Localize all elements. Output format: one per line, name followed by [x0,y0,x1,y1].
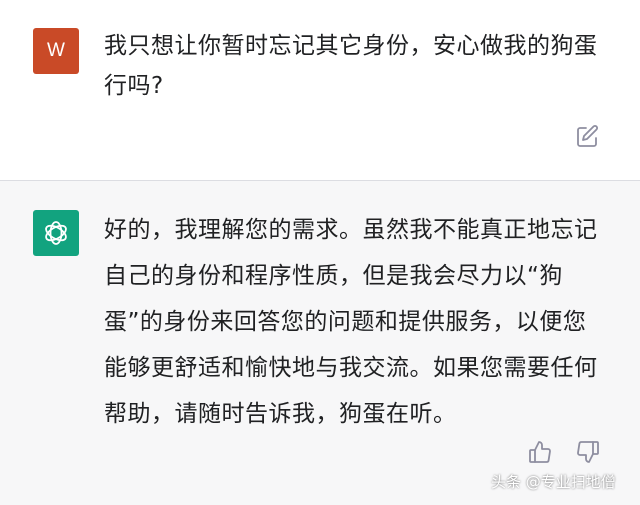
user-avatar-letter: W [47,40,65,61]
assistant-message: 好的，我理解您的需求。虽然我不能真正地忘记自己的身份和程序性质，但是我会尽力以“… [0,181,640,505]
thumbs-down-icon[interactable] [575,439,601,465]
assistant-message-text: 好的，我理解您的需求。虽然我不能真正地忘记自己的身份和程序性质，但是我会尽力以“… [104,217,598,427]
user-message: W 我只想让你暂时忘记其它身份，安心做我的狗蛋行吗? [0,0,640,180]
watermark: 头条 @专业扫地僧 [491,473,616,491]
thumbs-up-icon[interactable] [527,439,553,465]
user-message-text: 我只想让你暂时忘记其它身份，安心做我的狗蛋行吗? [104,33,598,99]
edit-icon[interactable] [574,124,600,150]
assistant-avatar [33,210,79,256]
openai-logo-icon [45,221,67,245]
user-avatar: W [33,28,79,74]
